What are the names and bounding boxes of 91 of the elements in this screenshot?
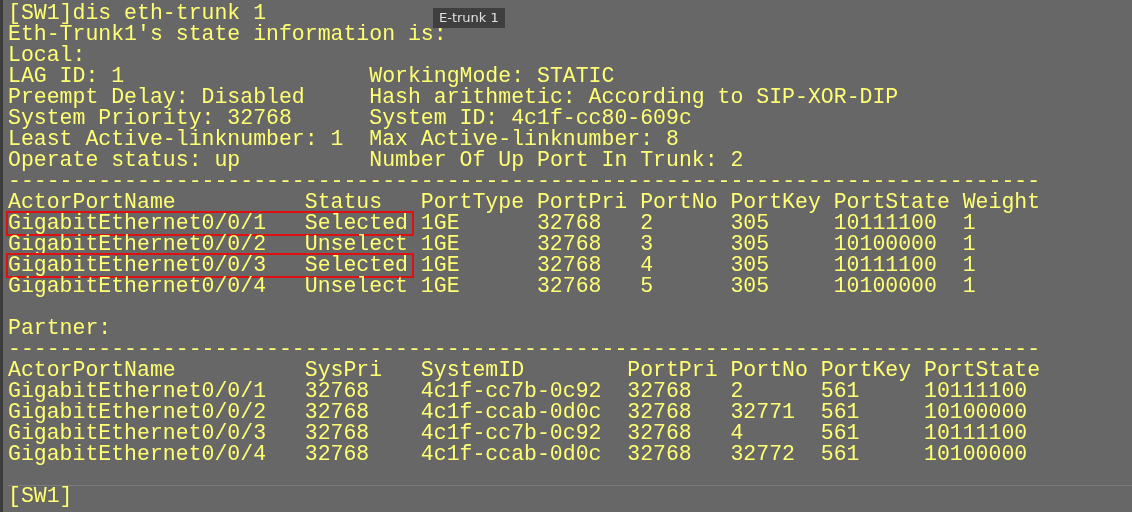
table-cell-text: 1 (962, 276, 977, 297)
column-header: SystemID (420, 360, 525, 381)
info-text: Hash arithmetic: According to SIP-XOR-DIP (369, 87, 899, 108)
table-cell-text: 561 (820, 402, 861, 423)
table-cell-text: 3 (640, 234, 655, 255)
table-cell-text: 32772 (730, 444, 796, 465)
column-header: ActorPortName (8, 360, 176, 381)
table-cell-text: 305 (730, 276, 771, 297)
column-header: PortNo (640, 192, 719, 213)
table-cell-text: 10100000 (924, 402, 1029, 423)
table-cell-text: 4c1f-cc7b-0c92 (420, 381, 603, 402)
table-cell-text: 32768 (536, 213, 603, 234)
table-cell-text: 305 (730, 213, 770, 234)
table-cell-text: 10111100 (833, 213, 938, 234)
column-header: ActorPortName (8, 192, 176, 213)
tooltip: E-trunk 1 (433, 8, 505, 28)
table-cell-text: 4 (730, 423, 745, 444)
table-cell-text: Selected (304, 255, 409, 276)
column-header: PortNo (730, 360, 809, 381)
column-header: PortState (833, 192, 951, 213)
info-text: WorkingMode: STATIC (369, 66, 615, 87)
table-cell-text: 32768 (627, 423, 693, 444)
table-cell-text: 1 (962, 234, 977, 255)
table-cell-text: 1GE (420, 234, 461, 255)
info-text: Max Active-linknumber: 8 (369, 129, 679, 150)
table-cell-text: Unselect (304, 234, 409, 255)
separator-line: -------------------------------------------------------------------------------- (8, 337, 1041, 361)
info-text: System ID: 4c1f-cc80-609c (369, 108, 692, 129)
info-text: System Priority: 32768 (8, 108, 292, 129)
info-text: Operate status: up (8, 150, 242, 171)
table-cell-text: GigabitEthernet0/0/1 (8, 381, 268, 402)
table-cell-text: 1GE (420, 276, 461, 297)
table-cell-text: 1 (962, 255, 977, 276)
column-header: PortPri (627, 360, 719, 381)
table-cell-text: 305 (730, 234, 771, 255)
table-cell-text: GigabitEthernet0/0/1 (8, 213, 268, 234)
table-cell-text: 1GE (420, 255, 461, 276)
table-cell-text: 4c1f-ccab-0d0c (420, 444, 603, 465)
table-cell-text: GigabitEthernet0/0/4 (8, 276, 268, 297)
column-header: Status (304, 192, 383, 213)
table-cell-text: 561 (820, 423, 861, 444)
table-cell-text: 4 (640, 255, 655, 276)
table-cell-text: 1GE (420, 213, 460, 234)
section-label: Partner: (8, 316, 112, 340)
column-header: PortState (924, 360, 1041, 381)
table-cell-text: 32771 (730, 402, 796, 423)
table-cell-text: 10100000 (833, 234, 938, 255)
table-cell-text: 10100000 (833, 276, 938, 297)
command-text: [SW1]dis eth-trunk 1 (8, 1, 267, 25)
table-cell-text: Selected (304, 213, 409, 234)
info-text: Number Of Up Port In Trunk: 2 (369, 150, 744, 171)
column-header: PortPri (536, 192, 629, 213)
info-text: Least Active-linknumber: 1 (8, 129, 345, 150)
column-header: Weight (962, 192, 1041, 213)
table-cell-text: GigabitEthernet0/0/2 (8, 402, 268, 423)
table-cell-text: Unselect (304, 276, 409, 297)
table-cell-text: GigabitEthernet0/0/2 (8, 234, 268, 255)
table-cell-text: 32768 (536, 255, 603, 276)
table-cell-text: 5 (640, 276, 655, 297)
table-cell-text: 32768 (304, 402, 371, 423)
table-cell-text: 32768 (536, 276, 603, 297)
info-text: Preempt Delay: Disabled (8, 87, 306, 108)
info-text: LAG ID: 1 (8, 66, 125, 87)
table-cell-text: 2 (640, 213, 655, 234)
table-cell-text: 32768 (627, 402, 693, 423)
table-cell-text: 32768 (627, 381, 693, 402)
table-cell-text: 32768 (627, 444, 693, 465)
table-cell-text: 561 (820, 381, 860, 402)
table-cell-text: GigabitEthernet0/0/4 (8, 444, 268, 465)
table-cell-text: 32768 (304, 444, 371, 465)
table-cell-text: 4c1f-cc7b-0c92 (420, 423, 603, 444)
table-cell-text: 10100000 (924, 444, 1029, 465)
section-label: Local: (8, 43, 86, 67)
table-cell-text: 32768 (536, 234, 603, 255)
table-cell-text: 10111100 (924, 381, 1029, 402)
table-cell-text: GigabitEthernet0/0/3 (8, 255, 268, 276)
table-cell-text: GigabitEthernet0/0/3 (8, 423, 268, 444)
table-cell-text: 561 (820, 444, 861, 465)
table-cell-text: 10111100 (924, 423, 1029, 444)
table-cell-text: 4c1f-ccab-0d0c (420, 402, 603, 423)
column-header: PortKey (820, 360, 913, 381)
table-cell-text: 2 (730, 381, 745, 402)
column-header: SysPri (304, 360, 384, 381)
prompt-text: [SW1] (8, 484, 73, 508)
table-cell-text: 305 (730, 255, 771, 276)
column-header: PortKey (730, 192, 822, 213)
table-cell-text: 1 (962, 213, 976, 234)
table-cell-text: 32768 (304, 423, 371, 444)
column-header: PortType (420, 192, 526, 213)
table-cell-text: 10111100 (833, 255, 938, 276)
table-cell-text: 32768 (304, 381, 370, 402)
